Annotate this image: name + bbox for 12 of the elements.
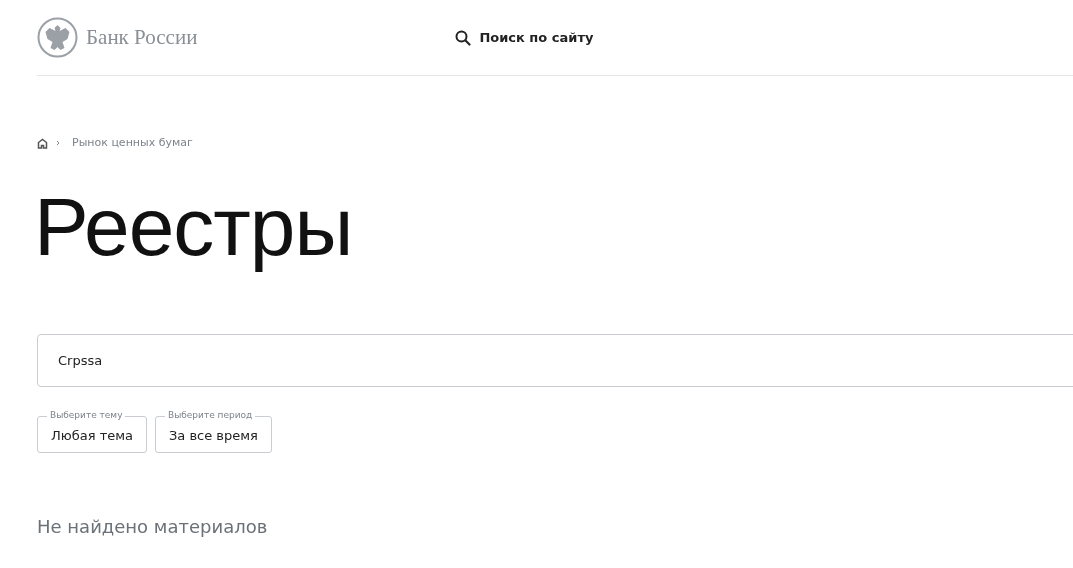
breadcrumb-link[interactable]: Рынок ценных бумаг	[72, 135, 193, 152]
emblem-icon	[37, 17, 78, 58]
dropdown-value: За все время	[169, 427, 258, 443]
search-icon	[455, 29, 472, 46]
chevron-icon	[56, 140, 60, 147]
home-icon[interactable]	[37, 137, 48, 149]
dropdown-value: Любая тема	[51, 427, 133, 443]
search-field[interactable]: Crpssa	[37, 333, 1073, 387]
empty-message: Не найдено материалов	[37, 515, 269, 539]
dropdown-label: Выберите тему	[47, 409, 126, 421]
dropdown-label: Выберите период	[165, 409, 256, 421]
site-search-button[interactable]: Поиск по сайту	[455, 27, 594, 48]
